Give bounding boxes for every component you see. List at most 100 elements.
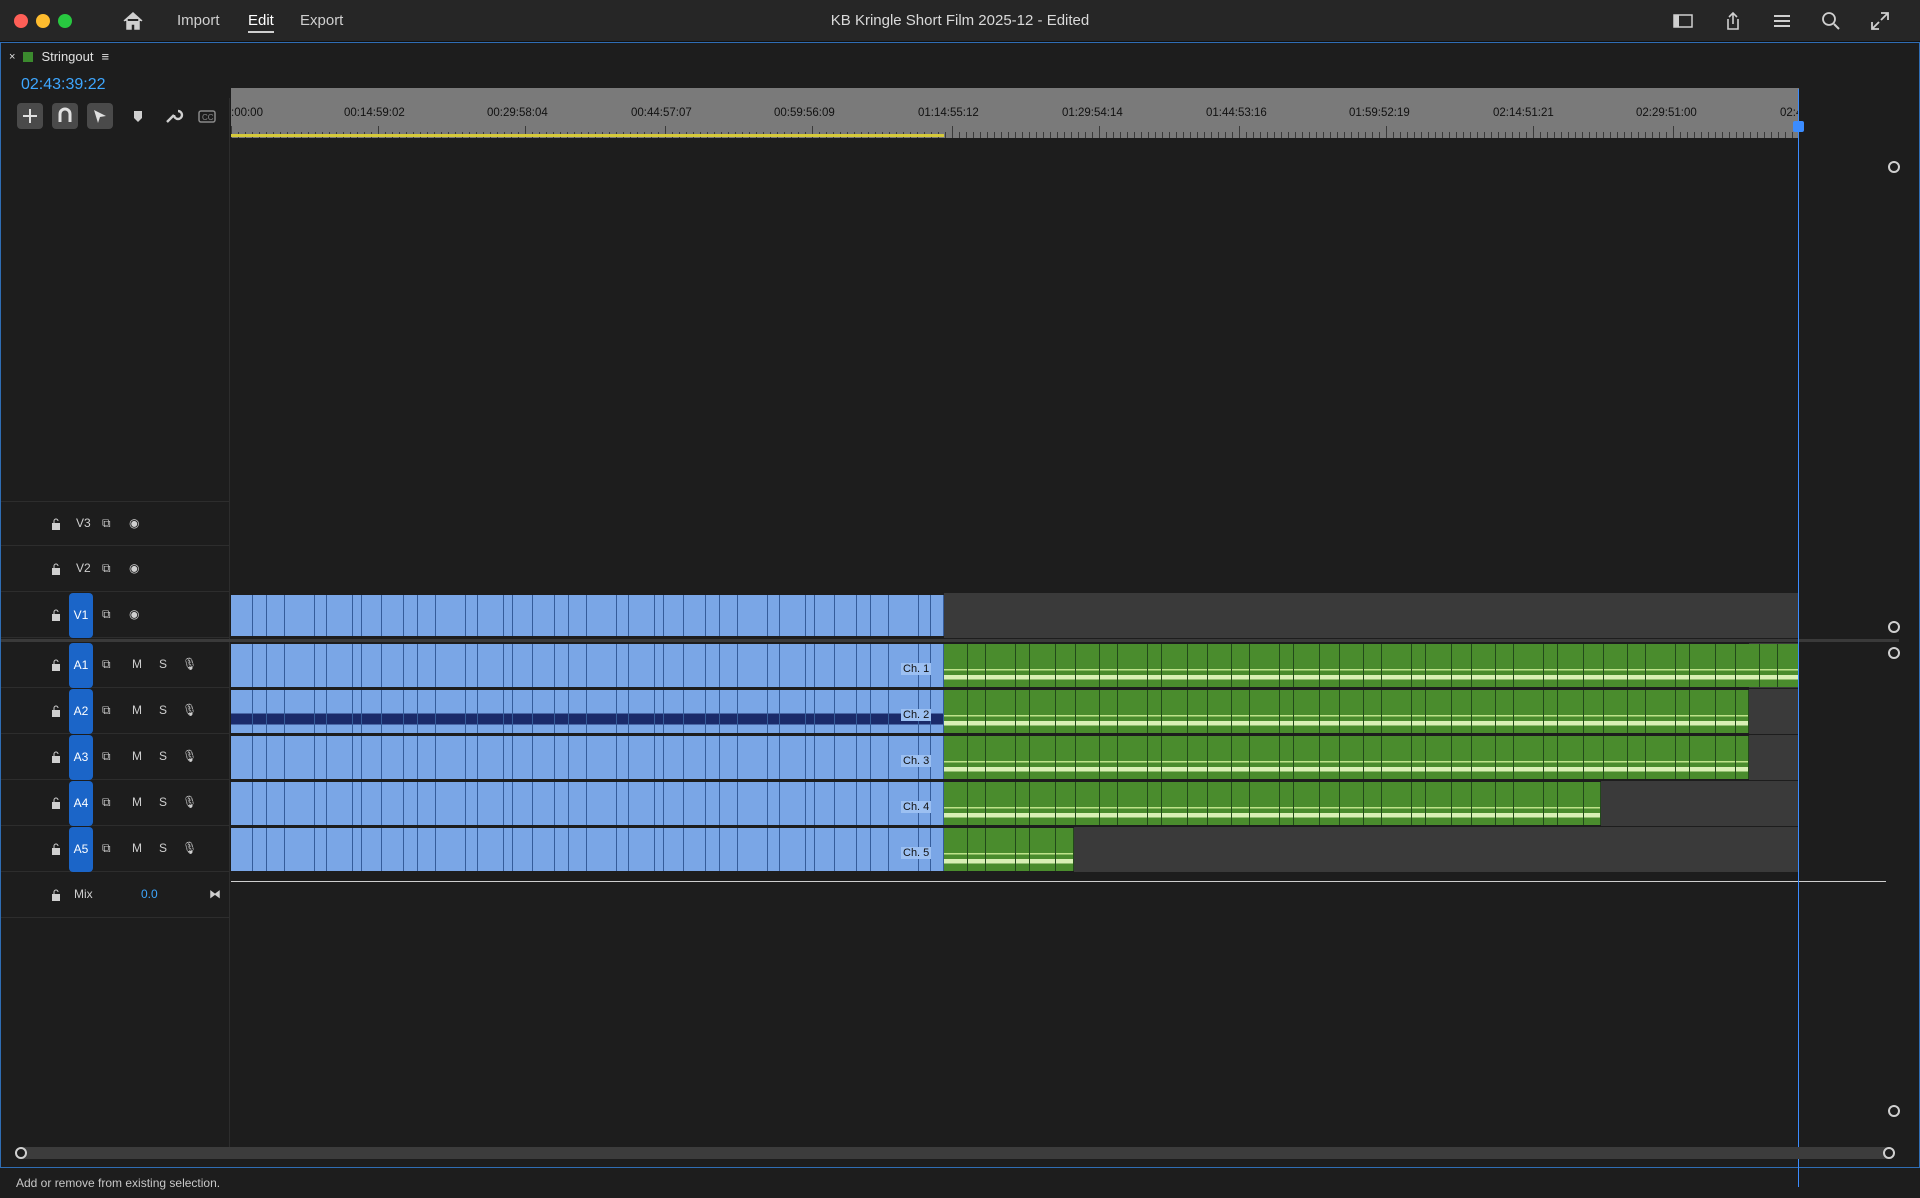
audio-clip[interactable] [1208, 782, 1232, 825]
audio-clip[interactable] [1628, 690, 1646, 733]
audio-clip[interactable] [1148, 782, 1162, 825]
sync-lock-icon[interactable]: ⧉ [102, 607, 111, 622]
audio-clip[interactable] [835, 782, 857, 825]
zoom-window-icon[interactable] [58, 14, 72, 28]
track-name[interactable]: V1 [69, 593, 93, 638]
audio-clip[interactable] [1716, 690, 1736, 733]
audio-clip[interactable] [267, 782, 285, 825]
audio-clip[interactable] [513, 736, 533, 779]
audio-clip[interactable] [436, 828, 466, 871]
audio-clip[interactable] [1382, 736, 1412, 779]
audio-clip[interactable] [382, 690, 404, 733]
video-clip[interactable] [362, 595, 382, 636]
audio-clip[interactable] [931, 690, 944, 733]
audio-clip[interactable] [382, 782, 404, 825]
mute-button[interactable]: M [132, 657, 142, 671]
audio-clip[interactable] [1382, 690, 1412, 733]
audio-clip[interactable] [684, 828, 706, 871]
audio-clip[interactable] [1118, 736, 1148, 779]
audio-clip[interactable] [513, 828, 533, 871]
audio-clip[interactable] [720, 736, 738, 779]
h-scroll-knob-left[interactable] [15, 1147, 27, 1159]
audio-clip[interactable] [768, 736, 780, 779]
audio-clip[interactable] [555, 828, 569, 871]
audio-clip[interactable] [315, 828, 327, 871]
mute-button[interactable]: M [132, 749, 142, 763]
audio-clip[interactable] [871, 736, 889, 779]
audio-clip[interactable] [513, 690, 533, 733]
audio-clip[interactable] [871, 644, 889, 687]
audio-clip[interactable] [436, 782, 466, 825]
eye-icon[interactable]: ◉ [129, 561, 139, 575]
audio-clip[interactable] [587, 782, 617, 825]
audio-clip[interactable] [1030, 644, 1056, 687]
audio-clip[interactable] [1646, 736, 1676, 779]
track-header-a3[interactable]: A3 ⧉ M S 🎙 [1, 735, 229, 780]
audio-clip[interactable] [738, 644, 768, 687]
sync-lock-icon[interactable]: ⧉ [102, 657, 111, 672]
audio-clip[interactable] [327, 644, 353, 687]
audio-clip[interactable] [629, 736, 655, 779]
audio-clip[interactable] [1452, 690, 1472, 733]
audio-clip[interactable] [1320, 736, 1340, 779]
audio-clip[interactable] [1232, 644, 1250, 687]
eye-icon[interactable]: ◉ [129, 607, 139, 621]
microphone-icon[interactable]: 🎙 [182, 657, 197, 671]
audio-clip[interactable] [617, 644, 629, 687]
track-name[interactable]: A5 [69, 827, 93, 872]
audio-clip[interactable] [478, 782, 504, 825]
audio-clip[interactable] [231, 644, 253, 687]
audio-clip[interactable] [404, 828, 418, 871]
audio-clip[interactable] [1676, 644, 1690, 687]
audio-clip[interactable] [1472, 782, 1496, 825]
sync-lock-icon[interactable]: ⧉ [102, 749, 111, 764]
audio-clip[interactable] [1690, 644, 1716, 687]
lane-a2[interactable]: Ch. 2 [231, 689, 1799, 734]
audio-clip[interactable] [1584, 644, 1604, 687]
audio-clip[interactable] [1280, 644, 1294, 687]
video-clip[interactable] [587, 595, 617, 636]
audio-clip[interactable] [806, 828, 815, 871]
audio-clip[interactable] [857, 782, 871, 825]
audio-clip[interactable] [555, 690, 569, 733]
marker-icon[interactable] [125, 103, 151, 129]
audio-clip[interactable] [404, 644, 418, 687]
audio-clip[interactable] [986, 828, 1016, 871]
video-clip[interactable] [931, 595, 944, 636]
audio-clip[interactable] [931, 828, 944, 871]
audio-clip[interactable] [533, 690, 555, 733]
ripple-insert-icon[interactable] [17, 103, 43, 129]
lock-icon[interactable] [51, 889, 61, 901]
audio-clip[interactable] [857, 736, 871, 779]
video-clip[interactable] [889, 595, 919, 636]
audio-clip[interactable] [806, 782, 815, 825]
audio-clip[interactable] [327, 782, 353, 825]
audio-clip[interactable] [617, 736, 629, 779]
audio-clip[interactable] [944, 690, 968, 733]
audio-clip[interactable] [857, 644, 871, 687]
audio-clip[interactable] [404, 736, 418, 779]
video-clip[interactable] [664, 595, 684, 636]
video-clip[interactable] [555, 595, 569, 636]
audio-clip[interactable] [1056, 644, 1076, 687]
audio-clip[interactable] [1030, 690, 1056, 733]
audio-clip[interactable] [1558, 644, 1584, 687]
audio-clip[interactable] [418, 690, 436, 733]
audio-clip[interactable] [285, 828, 315, 871]
audio-clip[interactable] [1412, 736, 1426, 779]
video-clip[interactable] [504, 595, 513, 636]
panel-layout-icon[interactable] [1672, 10, 1694, 32]
audio-clip[interactable] [569, 644, 587, 687]
microphone-icon[interactable]: 🎙 [182, 703, 197, 717]
audio-clip[interactable] [1496, 782, 1514, 825]
lane-a1[interactable]: Ch. 1 [231, 643, 1799, 688]
audio-clip[interactable] [806, 644, 815, 687]
audio-clip[interactable] [382, 644, 404, 687]
lane-a5[interactable]: Ch. 5 [231, 827, 1799, 872]
audio-clip[interactable] [353, 644, 362, 687]
audio-clip[interactable] [285, 736, 315, 779]
audio-clip[interactable] [871, 782, 889, 825]
audio-clip[interactable] [315, 690, 327, 733]
audio-clip[interactable] [1426, 736, 1452, 779]
audio-clip[interactable] [1030, 828, 1056, 871]
